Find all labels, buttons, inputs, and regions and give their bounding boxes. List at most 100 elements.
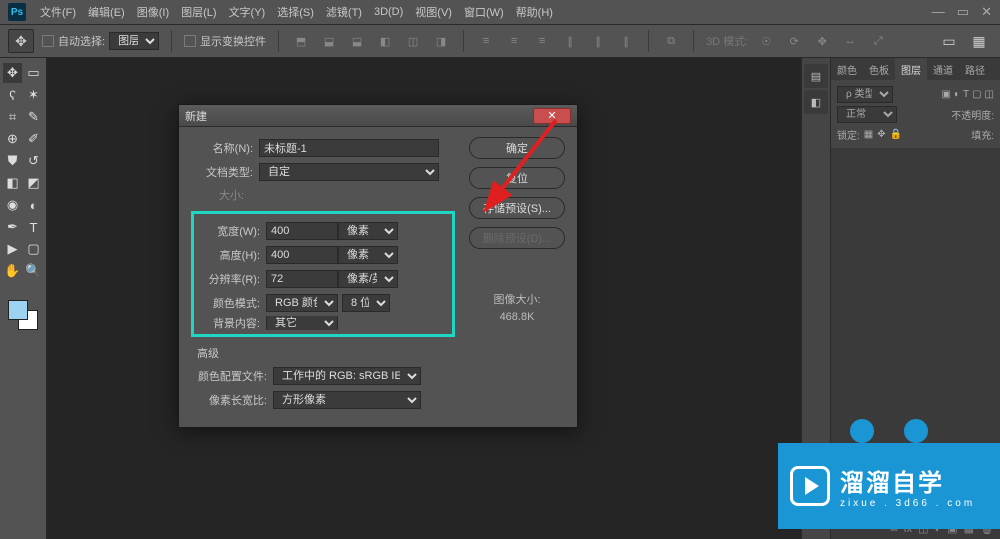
align-left-icon[interactable]: ◧ [375, 31, 395, 51]
history-brush-tool-icon[interactable]: ↺ [24, 151, 43, 171]
align-bottom-icon[interactable]: ⬓ [347, 31, 367, 51]
profile-dropdown[interactable]: 工作中的 RGB: sRGB IEC619... [273, 367, 421, 385]
cloud-docs-icon[interactable]: ▭ [936, 29, 962, 53]
gradient-tool-icon[interactable]: ◩ [24, 173, 43, 193]
distribute-left-icon[interactable]: ∥ [560, 31, 580, 51]
dodge-tool-icon[interactable]: ◐ [24, 195, 43, 215]
background-dropdown[interactable]: 其它 [266, 316, 338, 330]
path-select-tool-icon[interactable]: ▶ [3, 239, 22, 259]
height-input[interactable] [266, 246, 338, 264]
reset-button[interactable]: 复位 [469, 167, 565, 189]
lock-pixels-icon[interactable]: ▦ [864, 129, 873, 140]
zoom-tool-icon[interactable]: 🔍 [24, 261, 43, 281]
lock-label: 锁定: [837, 127, 860, 142]
layer-kind-dropdown[interactable]: ρ 类型 [837, 86, 893, 103]
distribute-hcenter-icon[interactable]: ∥ [588, 31, 608, 51]
show-transform-checkbox[interactable] [184, 35, 196, 47]
window-close-icon[interactable]: ✕ [981, 4, 992, 20]
width-unit-dropdown[interactable]: 像素 [338, 222, 398, 240]
tab-swatches[interactable]: 色板 [863, 58, 895, 80]
properties-panel-icon[interactable]: ◧ [804, 90, 828, 114]
filter-adjust-icon[interactable]: ◐ [954, 89, 960, 100]
align-right-icon[interactable]: ◨ [431, 31, 451, 51]
blend-mode-dropdown[interactable]: 正常 [837, 106, 897, 123]
save-preset-button[interactable]: 存储预设(S)... [469, 197, 565, 219]
orbit-3d-icon[interactable]: ☉ [756, 31, 776, 51]
distribute-bottom-icon[interactable]: ≡ [532, 31, 552, 51]
distribute-right-icon[interactable]: ∥ [616, 31, 636, 51]
lock-position-icon[interactable]: ✥ [877, 129, 885, 140]
dialog-close-button[interactable]: ✕ [533, 108, 571, 124]
pan-3d-icon[interactable]: ✥ [812, 31, 832, 51]
move-tool-icon[interactable]: ✥ [3, 63, 22, 83]
move-tool-preset-icon[interactable]: ✥ [8, 29, 34, 53]
aspect-label: 像素长宽比: [191, 392, 273, 408]
crop-tool-icon[interactable]: ⌗ [3, 107, 22, 127]
doctype-dropdown[interactable]: 自定 [259, 163, 439, 181]
window-minimize-icon[interactable]: — [932, 4, 945, 20]
filter-pixel-icon[interactable]: ▣ [941, 89, 950, 100]
colormode-dropdown[interactable]: RGB 颜色 [266, 294, 338, 312]
lasso-tool-icon[interactable]: ʕ [3, 85, 22, 105]
menu-filter[interactable]: 滤镜(T) [320, 4, 368, 20]
menu-3d[interactable]: 3D(D) [368, 6, 409, 18]
play-icon [790, 466, 830, 506]
menu-file[interactable]: 文件(F) [34, 4, 82, 20]
align-vcenter-icon[interactable]: ⬓ [319, 31, 339, 51]
shape-tool-icon[interactable]: ▢ [24, 239, 43, 259]
brush-tool-icon[interactable]: ✐ [24, 129, 43, 149]
resolution-unit-dropdown[interactable]: 像素/英寸 [338, 270, 398, 288]
lock-all-icon[interactable]: 🔒 [890, 129, 902, 140]
scale-3d-icon[interactable]: ⤢ [868, 31, 888, 51]
menu-image[interactable]: 图像(I) [131, 4, 175, 20]
menu-layer[interactable]: 图层(L) [175, 4, 222, 20]
delete-preset-button[interactable]: 删除预设(D)... [469, 227, 565, 249]
heal-tool-icon[interactable]: ⊕ [3, 129, 22, 149]
name-label: 名称(N): [191, 140, 259, 156]
workspace-icon[interactable]: ▦ [966, 29, 992, 53]
distribute-top-icon[interactable]: ≡ [476, 31, 496, 51]
height-unit-dropdown[interactable]: 像素 [338, 246, 398, 264]
window-restore-icon[interactable]: ▭ [957, 4, 969, 20]
ok-button[interactable]: 确定 [469, 137, 565, 159]
tab-channels[interactable]: 通道 [927, 58, 959, 80]
bitdepth-dropdown[interactable]: 8 位 [342, 294, 390, 312]
filter-smart-icon[interactable]: ◫ [985, 89, 994, 100]
dialog-titlebar[interactable]: 新建 ✕ [179, 105, 577, 127]
wand-tool-icon[interactable]: ✶ [24, 85, 43, 105]
filter-type-icon[interactable]: T [963, 89, 969, 100]
stamp-tool-icon[interactable]: ⛊ [3, 151, 22, 171]
blur-tool-icon[interactable]: ◉ [3, 195, 22, 215]
width-input[interactable] [266, 222, 338, 240]
filter-shape-icon[interactable]: ▢ [972, 89, 981, 100]
menu-edit[interactable]: 编辑(E) [82, 4, 131, 20]
distribute-vcenter-icon[interactable]: ≡ [504, 31, 524, 51]
auto-select-dropdown[interactable]: 图层 [109, 32, 159, 50]
name-input[interactable] [259, 139, 439, 157]
eraser-tool-icon[interactable]: ◧ [3, 173, 22, 193]
color-swatch[interactable] [8, 300, 38, 330]
aspect-dropdown[interactable]: 方形像素 [273, 391, 421, 409]
slide-3d-icon[interactable]: ↔ [840, 31, 860, 51]
menu-help[interactable]: 帮助(H) [510, 4, 559, 20]
align-top-icon[interactable]: ⬒ [291, 31, 311, 51]
menu-view[interactable]: 视图(V) [409, 4, 458, 20]
tab-color[interactable]: 颜色 [831, 58, 863, 80]
auto-align-icon[interactable]: ⧉ [661, 31, 681, 51]
roll-3d-icon[interactable]: ⟳ [784, 31, 804, 51]
tab-paths[interactable]: 路径 [959, 58, 991, 80]
menu-select[interactable]: 选择(S) [271, 4, 320, 20]
history-panel-icon[interactable]: ▤ [804, 64, 828, 88]
resolution-input[interactable] [266, 270, 338, 288]
foreground-color-swatch[interactable] [8, 300, 28, 320]
eyedropper-tool-icon[interactable]: ✎ [24, 107, 43, 127]
auto-select-checkbox[interactable] [42, 35, 54, 47]
align-hcenter-icon[interactable]: ◫ [403, 31, 423, 51]
type-tool-icon[interactable]: T [24, 217, 43, 237]
menu-window[interactable]: 窗口(W) [458, 4, 510, 20]
hand-tool-icon[interactable]: ✋ [3, 261, 22, 281]
menu-type[interactable]: 文字(Y) [223, 4, 272, 20]
marquee-tool-icon[interactable]: ▭ [24, 63, 43, 83]
pen-tool-icon[interactable]: ✒ [3, 217, 22, 237]
tab-layers[interactable]: 图层 [895, 58, 927, 80]
